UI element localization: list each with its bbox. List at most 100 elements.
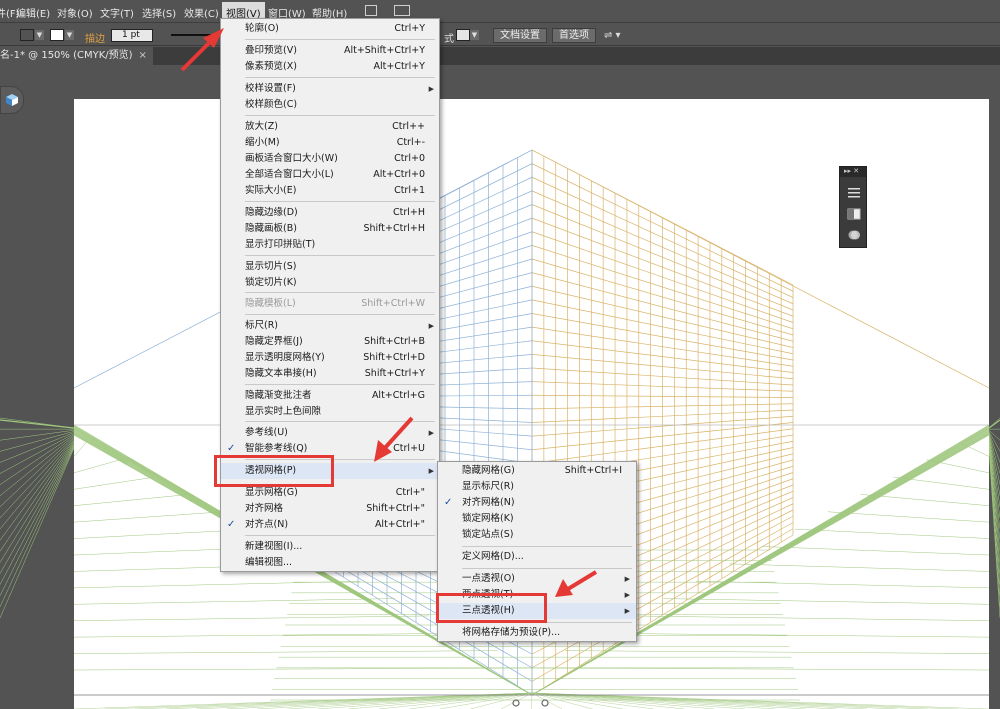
submenu-arrow-icon: ▶ [624, 575, 630, 583]
view-menu-item[interactable]: 显示打印拼贴(T) [221, 237, 439, 253]
view-menu-item[interactable]: 隐藏边缘(D) Ctrl+H [221, 205, 439, 221]
submenu-arrow-icon: ▶ [428, 467, 434, 475]
view-menu-item[interactable]: 隐藏文本串接(H) Shift+Ctrl+Y [221, 366, 439, 382]
view-menu-item-shortcut: Shift+Ctrl+D [363, 352, 425, 363]
grid-line [0, 433, 75, 474]
view-menu-item-label: 显示打印拼贴(T) [245, 239, 316, 250]
menu-separator [245, 201, 435, 202]
perspective-menu-item-shortcut: Shift+Ctrl+I [564, 465, 622, 476]
view-menu-item[interactable]: 显示实时上色间隙 [221, 404, 439, 420]
view-menu-item-label: 参考线(U) [245, 427, 288, 438]
submenu-arrow-icon: ▶ [428, 322, 434, 330]
menu-separator [245, 421, 435, 422]
view-menu-item[interactable]: 缩小(M) Ctrl+- [221, 135, 439, 151]
floating-panel[interactable]: ▸▸ ✕ [839, 166, 867, 248]
view-menu-item-shortcut: Shift+Ctrl+H [363, 223, 425, 234]
perspective-menu-item[interactable]: 一点透视(O) ▶ [438, 571, 636, 587]
stroke-panel-icon[interactable] [847, 187, 861, 199]
grid-line [531, 692, 989, 709]
grid-line [0, 431, 75, 452]
view-menu-item[interactable]: 参考线(U) ▶ [221, 425, 439, 441]
view-menu-item-shortcut: Alt+Ctrl+0 [373, 169, 425, 180]
view-menu-item[interactable]: 放大(Z) Ctrl++ [221, 119, 439, 135]
view-menu-item[interactable]: 校样颜色(C) [221, 97, 439, 113]
illustrator-window: 件(F) 编辑(E) 对象(O) 文字(T) 选择(S) 效果(C) 视图(V)… [0, 0, 1000, 709]
grid-line [531, 692, 533, 709]
view-menu-item-label: 叠印预览(V) [245, 45, 297, 56]
perspective-menu-item-label: 锁定网格(K) [462, 513, 514, 524]
perspective-menu-item[interactable]: 锁定站点(S) [438, 527, 636, 543]
view-menu-item-label: 隐藏边缘(D) [245, 207, 298, 218]
grid-line [74, 476, 155, 490]
view-menu-item[interactable]: 隐藏画板(B) Shift+Ctrl+H [221, 221, 439, 237]
perspective-menu-item[interactable]: ✓ 对齐网格(N) [438, 495, 636, 511]
submenu-arrow-icon: ▶ [428, 85, 434, 93]
grid-line [0, 429, 75, 441]
view-menu-item-label: 隐藏模板(L) [245, 298, 296, 309]
view-menu-item-shortcut: Ctrl++ [392, 121, 425, 132]
menu-separator [245, 292, 435, 293]
menu-separator [245, 535, 435, 536]
view-menu-item-label: 隐藏定界框(J) [245, 336, 303, 347]
perspective-menu-item[interactable]: 将网格存储为预设(P)... [438, 625, 636, 641]
view-menu-item-shortcut: Ctrl+- [396, 137, 425, 148]
view-menu-item[interactable]: 新建视图(I)... [221, 539, 439, 555]
grid-line [761, 546, 989, 556]
panel-header[interactable]: ▸▸ ✕ [840, 167, 866, 177]
perspective-menu-item[interactable]: 显示标尺(R) [438, 479, 636, 495]
view-menu-item-shortcut: Alt+Ctrl+" [374, 519, 425, 530]
grid-line [0, 419, 75, 429]
grid-line [0, 447, 75, 619]
grid-line [531, 692, 776, 709]
view-menu-item[interactable]: 显示切片(S) [221, 259, 439, 275]
view-menu-item[interactable]: 轮廓(O) Ctrl+Y [221, 21, 439, 37]
view-menu-item-label: 锁定切片(K) [245, 277, 297, 288]
view-menu-item-shortcut: Shift+Ctrl+" [366, 503, 425, 514]
view-menu-item[interactable]: 叠印预览(V) Alt+Shift+Ctrl+Y [221, 43, 439, 59]
menu-separator [462, 546, 632, 547]
grid-line [0, 442, 75, 563]
view-menu-item-label: 放大(Z) [245, 121, 278, 132]
annotation-highlight-perspective-grid [214, 455, 334, 487]
view-menu-item[interactable]: 编辑视图... [221, 555, 439, 571]
view-menu-item-label: 显示网格(G) [245, 487, 298, 498]
perspective-menu-item[interactable]: 隐藏网格(G) Shift+Ctrl+I [438, 463, 636, 479]
view-menu-item-shortcut: Ctrl+H [392, 207, 425, 218]
view-menu-item[interactable]: 实际大小(E) Ctrl+1 [221, 183, 439, 199]
checkmark-icon: ✓ [444, 497, 453, 508]
view-menu-item-shortcut: Alt+Shift+Ctrl+Y [343, 45, 425, 56]
grid-line [597, 633, 989, 638]
perspective-menu-item[interactable]: 定义网格(D)... [438, 549, 636, 565]
view-menu-item[interactable]: 显示网格(G) Ctrl+" [221, 485, 439, 501]
perspective-menu-item-label: 隐藏网格(G) [462, 465, 515, 476]
view-menu-item[interactable]: 显示透明度网格(Y) Shift+Ctrl+D [221, 350, 439, 366]
grid-line [794, 528, 989, 539]
view-menu-item-shortcut: Alt+Ctrl+G [371, 390, 425, 401]
submenu-arrow-icon: ▶ [624, 591, 630, 599]
view-menu-item-label: 新建视图(I)... [245, 541, 303, 552]
view-menu-item[interactable]: 对齐网格 Shift+Ctrl+" [221, 501, 439, 517]
perspective-menu-item[interactable]: 锁定网格(K) [438, 511, 636, 527]
menu-separator [245, 314, 435, 315]
perspective-menu-item-label: 将网格存储为预设(P)... [462, 627, 561, 638]
view-menu-item[interactable]: ✓ 对齐点(N) Alt+Ctrl+" [221, 517, 439, 533]
view-menu-item: 隐藏模板(L) Shift+Ctrl+W [221, 296, 439, 312]
perspective-menu-item-label: 显示标尺(R) [462, 481, 515, 492]
view-menu-item[interactable]: 像素预览(X) Alt+Ctrl+Y [221, 59, 439, 75]
view-menu-item[interactable]: 校样设置(F) ▶ [221, 81, 439, 97]
gradient-panel-icon[interactable] [847, 208, 861, 220]
view-menu-item-shortcut: Ctrl+1 [394, 185, 425, 196]
perspective-menu-item-label: 一点透视(O) [462, 573, 515, 584]
view-menu-item[interactable]: 锁定切片(K) [221, 275, 439, 291]
grid-line [564, 650, 989, 654]
perspective-menu-item-label: 对齐网格(N) [462, 497, 515, 508]
view-menu-item[interactable]: 隐藏渐变批注者 Alt+Ctrl+G [221, 388, 439, 404]
transparency-panel-icon[interactable] [847, 229, 861, 241]
view-menu-item-label: 全部适合窗口大小(L) [245, 169, 334, 180]
grid-line [74, 442, 87, 457]
view-menu-item[interactable]: 画板适合窗口大小(W) Ctrl+0 [221, 151, 439, 167]
view-menu-item[interactable]: 标尺(R) ▶ [221, 318, 439, 334]
view-menu-item-label: 实际大小(E) [245, 185, 297, 196]
view-menu-item[interactable]: 隐藏定界框(J) Shift+Ctrl+B [221, 334, 439, 350]
view-menu-item[interactable]: 全部适合窗口大小(L) Alt+Ctrl+0 [221, 167, 439, 183]
